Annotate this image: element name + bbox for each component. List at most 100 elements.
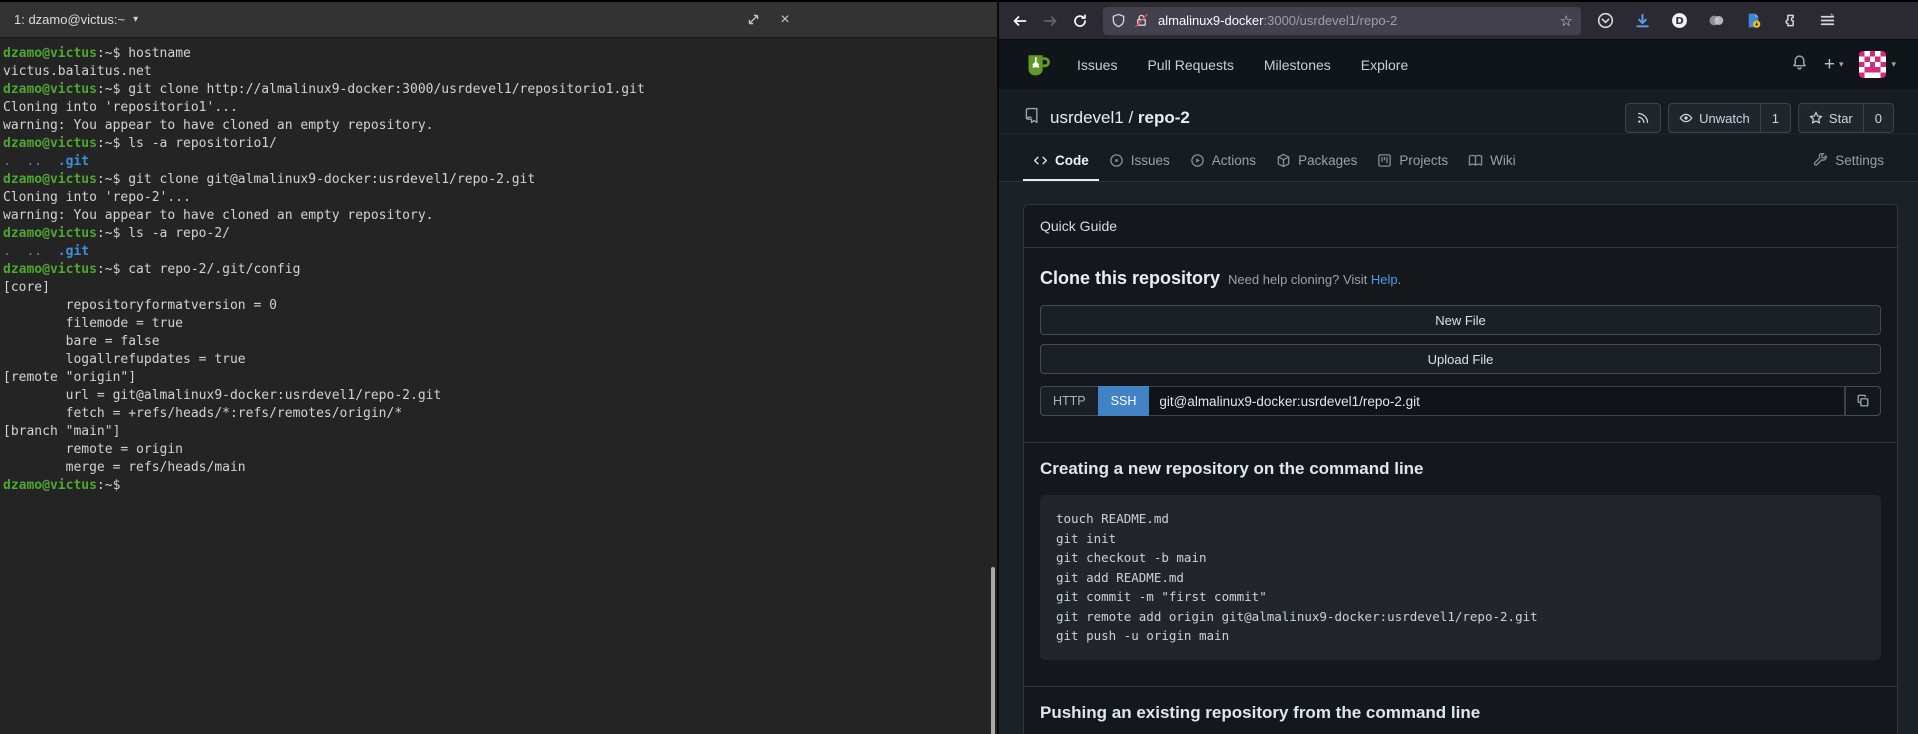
plus-icon: + [1824, 54, 1835, 76]
extension-d-icon[interactable]: D [1665, 7, 1693, 35]
url-path: :3000/usrdevel1/repo-2 [1264, 13, 1398, 28]
nav-item-explore[interactable]: Explore [1361, 57, 1408, 73]
push-repo-heading: Pushing an existing repository from the … [1040, 703, 1881, 723]
terminal-line: bare = false [3, 333, 995, 351]
browser-reload-button[interactable] [1065, 6, 1095, 36]
extension-document-icon[interactable] [1739, 7, 1767, 35]
project-board-icon [1377, 153, 1392, 168]
copy-url-button[interactable] [1845, 386, 1881, 416]
terminal-scrollbar-thumb[interactable] [991, 567, 995, 734]
create-repo-section: Creating a new repository on the command… [1024, 442, 1897, 686]
shield-icon[interactable] [1111, 13, 1126, 28]
terminal-line: dzamo@victus:~$ [3, 477, 995, 495]
terminal-line: repositoryformatversion = 0 [3, 297, 995, 315]
notifications-bell-icon[interactable] [1791, 54, 1808, 76]
terminal-title: 1: dzamo@victus:~ [14, 12, 125, 27]
terminal-line: url = git@almalinux9-docker:usrdevel1/re… [3, 387, 995, 405]
repo-content: Quick Guide Clone this repository Need h… [999, 182, 1918, 734]
tab-code[interactable]: Code [1023, 143, 1099, 181]
rss-icon [1636, 111, 1650, 125]
unwatch-button-group: Unwatch 1 [1668, 103, 1791, 133]
tools-icon [1813, 153, 1828, 168]
chevron-down-icon: ▾ [1839, 59, 1844, 70]
screen: 1: dzamo@victus:~ ▾ × dzamo@victus:~$ ho… [0, 0, 1918, 734]
star-button[interactable]: Star [1799, 104, 1863, 132]
tab-projects[interactable]: Projects [1367, 143, 1458, 181]
url-text[interactable]: almalinux9-docker:3000/usrdevel1/repo-2 [1158, 13, 1560, 28]
upload-file-button[interactable]: Upload File [1040, 344, 1881, 374]
book-icon [1468, 153, 1483, 168]
terminal-line: merge = refs/heads/main [3, 459, 995, 477]
terminal-close-icon[interactable]: × [777, 12, 793, 28]
issue-circle-icon [1109, 153, 1124, 168]
package-icon [1276, 153, 1291, 168]
repo-title-slash: / [1124, 108, 1138, 127]
bookmark-star-icon[interactable]: ☆ [1560, 12, 1573, 30]
browser-extension-icons: D [1591, 7, 1841, 35]
tab-packages-label: Packages [1298, 153, 1357, 168]
terminal-line: dzamo@victus:~$ hostname [3, 45, 995, 63]
ssh-protocol-button[interactable]: SSH [1098, 386, 1150, 416]
stars-count[interactable]: 0 [1863, 104, 1893, 132]
terminal-output[interactable]: dzamo@victus:~$ hostnamevictus.balaitus.… [0, 38, 997, 495]
tab-settings[interactable]: Settings [1803, 143, 1894, 181]
repo-title: usrdevel1 / repo-2 [1050, 108, 1190, 128]
terminal-line: dzamo@victus:~$ git clone git@almalinux9… [3, 171, 995, 189]
unwatch-button[interactable]: Unwatch [1669, 104, 1760, 132]
tab-issues[interactable]: Issues [1099, 143, 1180, 181]
terminal-dropdown-caret-icon[interactable]: ▾ [133, 14, 138, 25]
terminal-line: dzamo@victus:~$ ls -a repositorio1/ [3, 135, 995, 153]
tab-projects-label: Projects [1399, 153, 1448, 168]
code-line: git push -u origin main [1056, 626, 1865, 646]
nav-item-milestones[interactable]: Milestones [1264, 57, 1331, 73]
code-icon [1033, 153, 1048, 168]
terminal-line: . .. .git [3, 153, 995, 171]
tab-wiki-label: Wiki [1490, 153, 1516, 168]
browser-url-bar[interactable]: almalinux9-docker:3000/usrdevel1/repo-2 … [1103, 7, 1581, 35]
http-protocol-button[interactable]: HTTP [1040, 386, 1098, 416]
gitea-logo-icon[interactable] [1021, 50, 1051, 80]
terminal-line: [branch "main"] [3, 423, 995, 441]
terminal-restore-icon[interactable] [745, 12, 761, 28]
menu-hamburger-icon[interactable] [1813, 7, 1841, 35]
terminal-line: remote = origin [3, 441, 995, 459]
clone-help-text: Need help cloning? Visit Help. [1228, 272, 1401, 287]
clone-section: Clone this repository Need help cloning?… [1024, 248, 1897, 442]
create-new-button[interactable]: +▾ [1824, 54, 1844, 76]
browser-window: almalinux9-docker:3000/usrdevel1/repo-2 … [997, 0, 1918, 734]
repo-owner-link[interactable]: usrdevel1 [1050, 108, 1124, 127]
create-repo-code-block[interactable]: touch README.mdgit initgit checkout -b m… [1040, 495, 1881, 660]
terminal-line: dzamo@victus:~$ cat repo-2/.git/config [3, 261, 995, 279]
terminal-line: . .. .git [3, 243, 995, 261]
copy-icon [1856, 394, 1870, 408]
tab-issues-label: Issues [1131, 153, 1170, 168]
create-repo-heading: Creating a new repository on the command… [1040, 459, 1881, 479]
tab-wiki[interactable]: Wiki [1458, 143, 1526, 181]
extensions-puzzle-icon[interactable] [1776, 7, 1804, 35]
chevron-down-icon: ▾ [1891, 59, 1896, 70]
user-menu[interactable]: ▾ [1859, 51, 1896, 78]
rss-feed-button[interactable] [1625, 103, 1661, 133]
clone-url-input[interactable] [1149, 386, 1845, 416]
tab-settings-label: Settings [1835, 153, 1884, 168]
browser-forward-button[interactable] [1035, 6, 1065, 36]
watchers-count[interactable]: 1 [1760, 104, 1790, 132]
repo-name-link[interactable]: repo-2 [1138, 108, 1190, 127]
insecure-lock-icon[interactable] [1134, 13, 1149, 28]
code-line: git add README.md [1056, 568, 1865, 588]
nav-item-pull-requests[interactable]: Pull Requests [1147, 57, 1233, 73]
terminal-window: 1: dzamo@victus:~ ▾ × dzamo@victus:~$ ho… [0, 0, 997, 734]
browser-back-button[interactable] [1005, 6, 1035, 36]
new-file-button[interactable]: New File [1040, 305, 1881, 335]
clone-heading: Clone this repository [1040, 268, 1220, 289]
repo-header: usrdevel1 / repo-2 Unwatch 1 [999, 89, 1918, 133]
browser-toolbar: almalinux9-docker:3000/usrdevel1/repo-2 … [999, 2, 1918, 40]
downloads-icon[interactable] [1628, 7, 1656, 35]
extension-circles-icon[interactable] [1702, 7, 1730, 35]
tab-packages[interactable]: Packages [1266, 143, 1367, 181]
help-link[interactable]: Help [1371, 272, 1398, 287]
nav-item-issues[interactable]: Issues [1077, 57, 1117, 73]
tab-actions[interactable]: Actions [1180, 143, 1266, 181]
push-repo-section: Pushing an existing repository from the … [1024, 686, 1897, 734]
pocket-icon[interactable] [1591, 7, 1619, 35]
